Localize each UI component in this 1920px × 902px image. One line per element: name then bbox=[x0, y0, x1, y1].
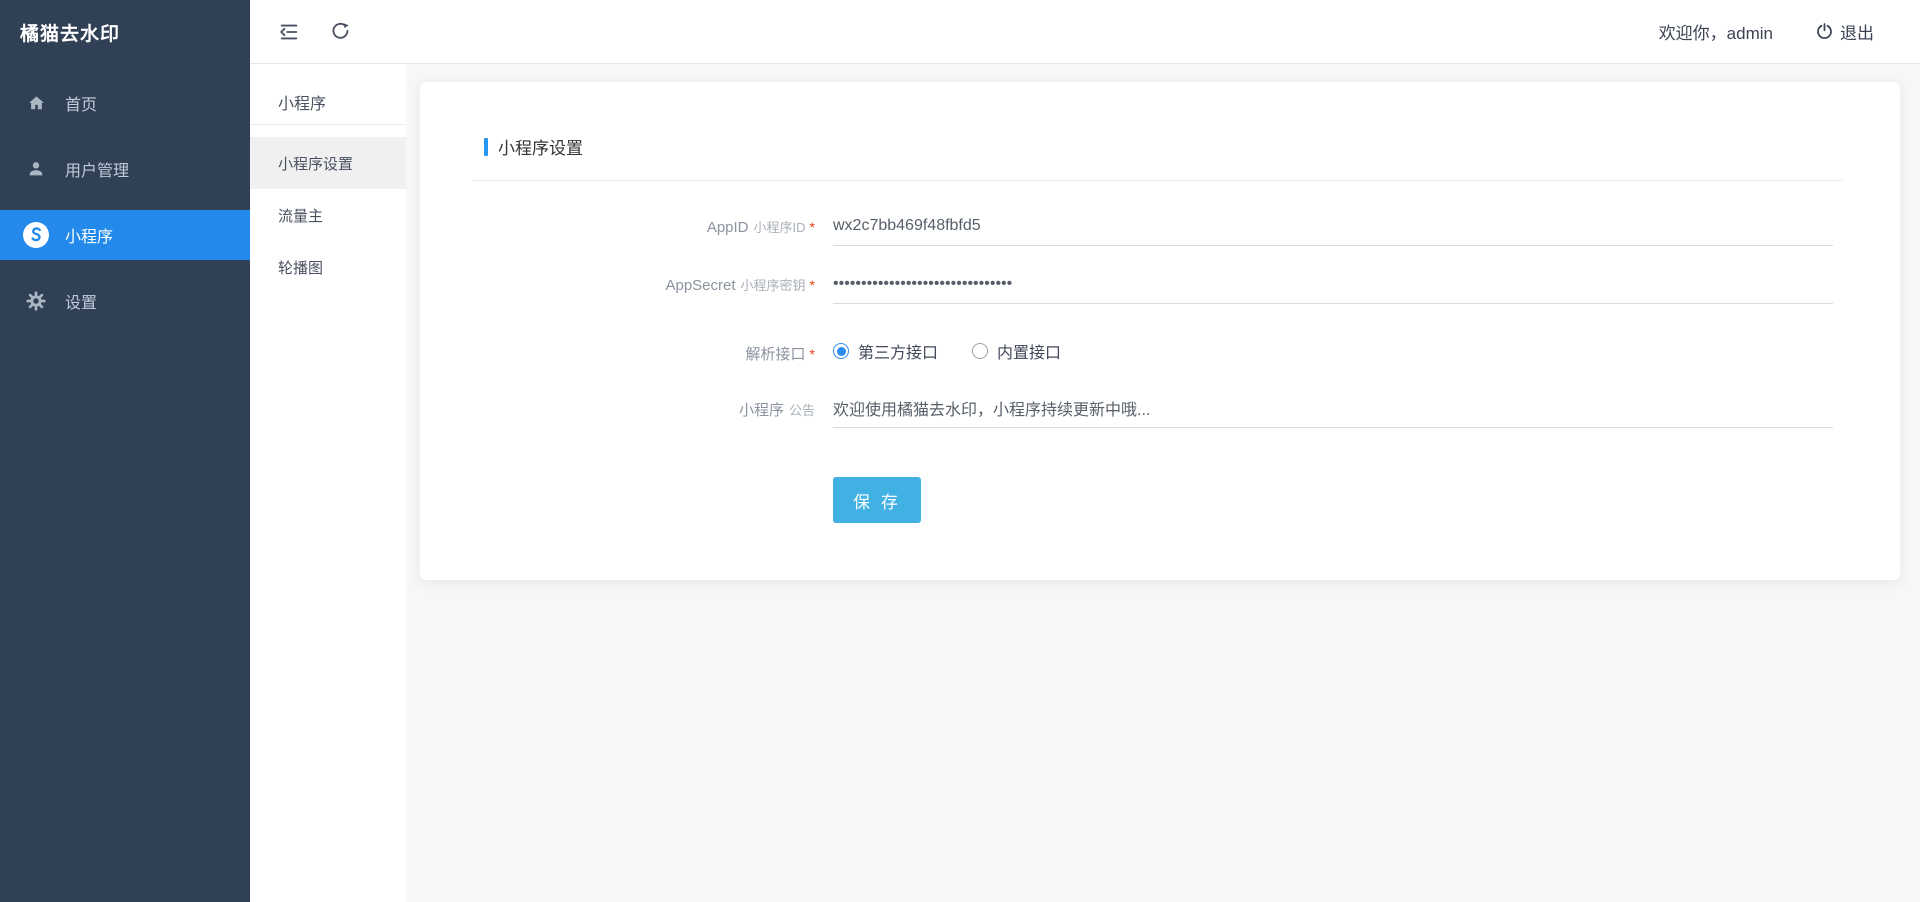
submenu-item-carousel[interactable]: 轮播图 bbox=[250, 241, 406, 293]
primary-menu: 首页 用户管理 小程序 bbox=[0, 64, 250, 334]
title-accent-bar bbox=[484, 138, 488, 156]
submenu-divider bbox=[250, 124, 406, 125]
title-divider bbox=[472, 180, 1843, 181]
appsecret-label: AppSecret小程序密钥* bbox=[420, 264, 815, 304]
radio-unselected-icon bbox=[972, 343, 988, 359]
secondary-sidebar: 小程序 小程序设置 流量主 轮播图 bbox=[250, 64, 406, 902]
home-icon bbox=[22, 89, 50, 117]
primary-sidebar: 橘猫去水印 首页 用户管理 小程序 bbox=[0, 0, 250, 902]
sidebar-item-home[interactable]: 首页 bbox=[0, 70, 250, 136]
sidebar-item-label: 小程序 bbox=[65, 223, 113, 247]
sidebar-item-label: 用户管理 bbox=[65, 157, 129, 181]
content-area: 小程序设置 AppID小程序ID* AppSecret小程序密钥* bbox=[406, 64, 1920, 902]
settings-form: AppID小程序ID* AppSecret小程序密钥* 解析接口* bbox=[420, 206, 1900, 541]
sidebar-item-settings[interactable]: 设置 bbox=[0, 268, 250, 334]
parse-api-label: 解析接口* bbox=[420, 322, 815, 364]
submenu-header: 小程序 bbox=[250, 80, 406, 124]
announcement-input[interactable] bbox=[833, 388, 1833, 428]
radio-third-party-api[interactable]: 第三方接口 bbox=[833, 339, 938, 363]
logout-label: 退出 bbox=[1840, 19, 1874, 44]
refresh-icon[interactable] bbox=[330, 21, 351, 42]
radio-label: 内置接口 bbox=[997, 339, 1061, 363]
menu-fold-icon[interactable] bbox=[278, 21, 300, 43]
miniprogram-icon bbox=[22, 221, 50, 249]
form-row-appsecret: AppSecret小程序密钥* bbox=[420, 264, 1900, 304]
topbar-right: 欢迎你，admin 退出 bbox=[1659, 19, 1920, 44]
sidebar-item-miniprogram[interactable]: 小程序 bbox=[0, 210, 250, 260]
sidebar-item-label: 首页 bbox=[65, 91, 97, 115]
form-row-save: 保 存 bbox=[420, 477, 1900, 523]
logout-button[interactable]: 退出 bbox=[1815, 19, 1874, 44]
gear-icon bbox=[22, 287, 50, 315]
save-button[interactable]: 保 存 bbox=[833, 477, 921, 523]
submenu-item-miniprogram-settings[interactable]: 小程序设置 bbox=[250, 137, 406, 189]
appid-label: AppID小程序ID* bbox=[420, 206, 815, 246]
required-asterisk: * bbox=[810, 219, 815, 235]
card-title-row: 小程序设置 bbox=[484, 134, 1843, 159]
sidebar-item-label: 设置 bbox=[65, 289, 97, 313]
required-asterisk: * bbox=[810, 346, 815, 362]
settings-card: 小程序设置 AppID小程序ID* AppSecret小程序密钥* bbox=[420, 82, 1900, 580]
submenu-item-traffic-owner[interactable]: 流量主 bbox=[250, 189, 406, 241]
radio-selected-icon bbox=[833, 343, 849, 359]
page-title: 小程序设置 bbox=[498, 134, 583, 159]
form-row-announcement: 小程序公告 bbox=[420, 388, 1900, 428]
appsecret-input[interactable] bbox=[833, 264, 1833, 304]
sidebar-item-users[interactable]: 用户管理 bbox=[0, 136, 250, 202]
topbar: 欢迎你，admin 退出 bbox=[250, 0, 1920, 64]
welcome-text: 欢迎你，admin bbox=[1659, 19, 1773, 44]
form-row-appid: AppID小程序ID* bbox=[420, 206, 1900, 246]
required-asterisk: * bbox=[810, 277, 815, 293]
radio-builtin-api[interactable]: 内置接口 bbox=[972, 339, 1061, 363]
power-icon bbox=[1815, 22, 1834, 41]
appid-input[interactable] bbox=[833, 206, 1833, 246]
app-logo: 橘猫去水印 bbox=[0, 0, 250, 64]
announcement-label: 小程序公告 bbox=[420, 388, 815, 428]
form-row-parse-api: 解析接口* 第三方接口 内置接口 bbox=[420, 322, 1900, 364]
user-icon bbox=[22, 155, 50, 183]
radio-label: 第三方接口 bbox=[858, 339, 938, 363]
